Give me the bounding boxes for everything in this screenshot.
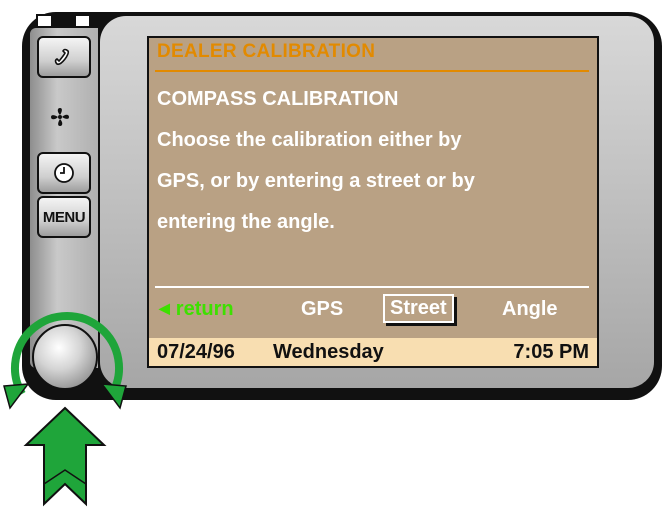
return-arrow-icon: ◀ bbox=[159, 300, 170, 316]
indicator-light bbox=[74, 14, 91, 28]
menu-button[interactable]: MENU bbox=[37, 196, 91, 238]
clock-button[interactable] bbox=[37, 152, 91, 194]
body-line-2: GPS, or by entering a street or by bbox=[157, 170, 475, 192]
gps-option[interactable]: GPS bbox=[301, 298, 343, 321]
status-bar: 07/24/96 Wednesday 7:05 PM bbox=[149, 338, 597, 366]
status-date: 07/24/96 bbox=[157, 341, 235, 363]
body-line-1: Choose the calibration either by bbox=[157, 129, 462, 151]
menu-button-label: MENU bbox=[42, 208, 86, 226]
indicator-lights bbox=[36, 14, 91, 28]
clock-icon bbox=[54, 163, 74, 183]
angle-option[interactable]: Angle bbox=[502, 298, 558, 321]
status-time: 7:05 PM bbox=[513, 341, 589, 363]
return-option[interactable]: ◀ return bbox=[159, 298, 234, 321]
options-divider bbox=[155, 286, 589, 288]
display-screen: DEALER CALIBRATION COMPASS CALIBRATION C… bbox=[147, 36, 599, 368]
status-day: Wednesday bbox=[273, 341, 384, 363]
return-label: return bbox=[175, 298, 234, 320]
indicator-light bbox=[36, 14, 53, 28]
screen-heading: COMPASS CALIBRATION bbox=[157, 88, 399, 110]
rotary-knob[interactable] bbox=[32, 324, 98, 390]
body-line-3: entering the angle. bbox=[157, 211, 335, 233]
street-option-selected[interactable]: Street bbox=[383, 294, 454, 323]
section-title: DEALER CALIBRATION bbox=[157, 41, 376, 62]
indicator-light-active bbox=[55, 14, 72, 28]
fan-icon bbox=[49, 106, 71, 133]
title-divider bbox=[155, 70, 589, 72]
phone-icon bbox=[54, 48, 70, 65]
press-arrow-icon bbox=[23, 406, 107, 507]
phone-button[interactable] bbox=[37, 36, 91, 78]
